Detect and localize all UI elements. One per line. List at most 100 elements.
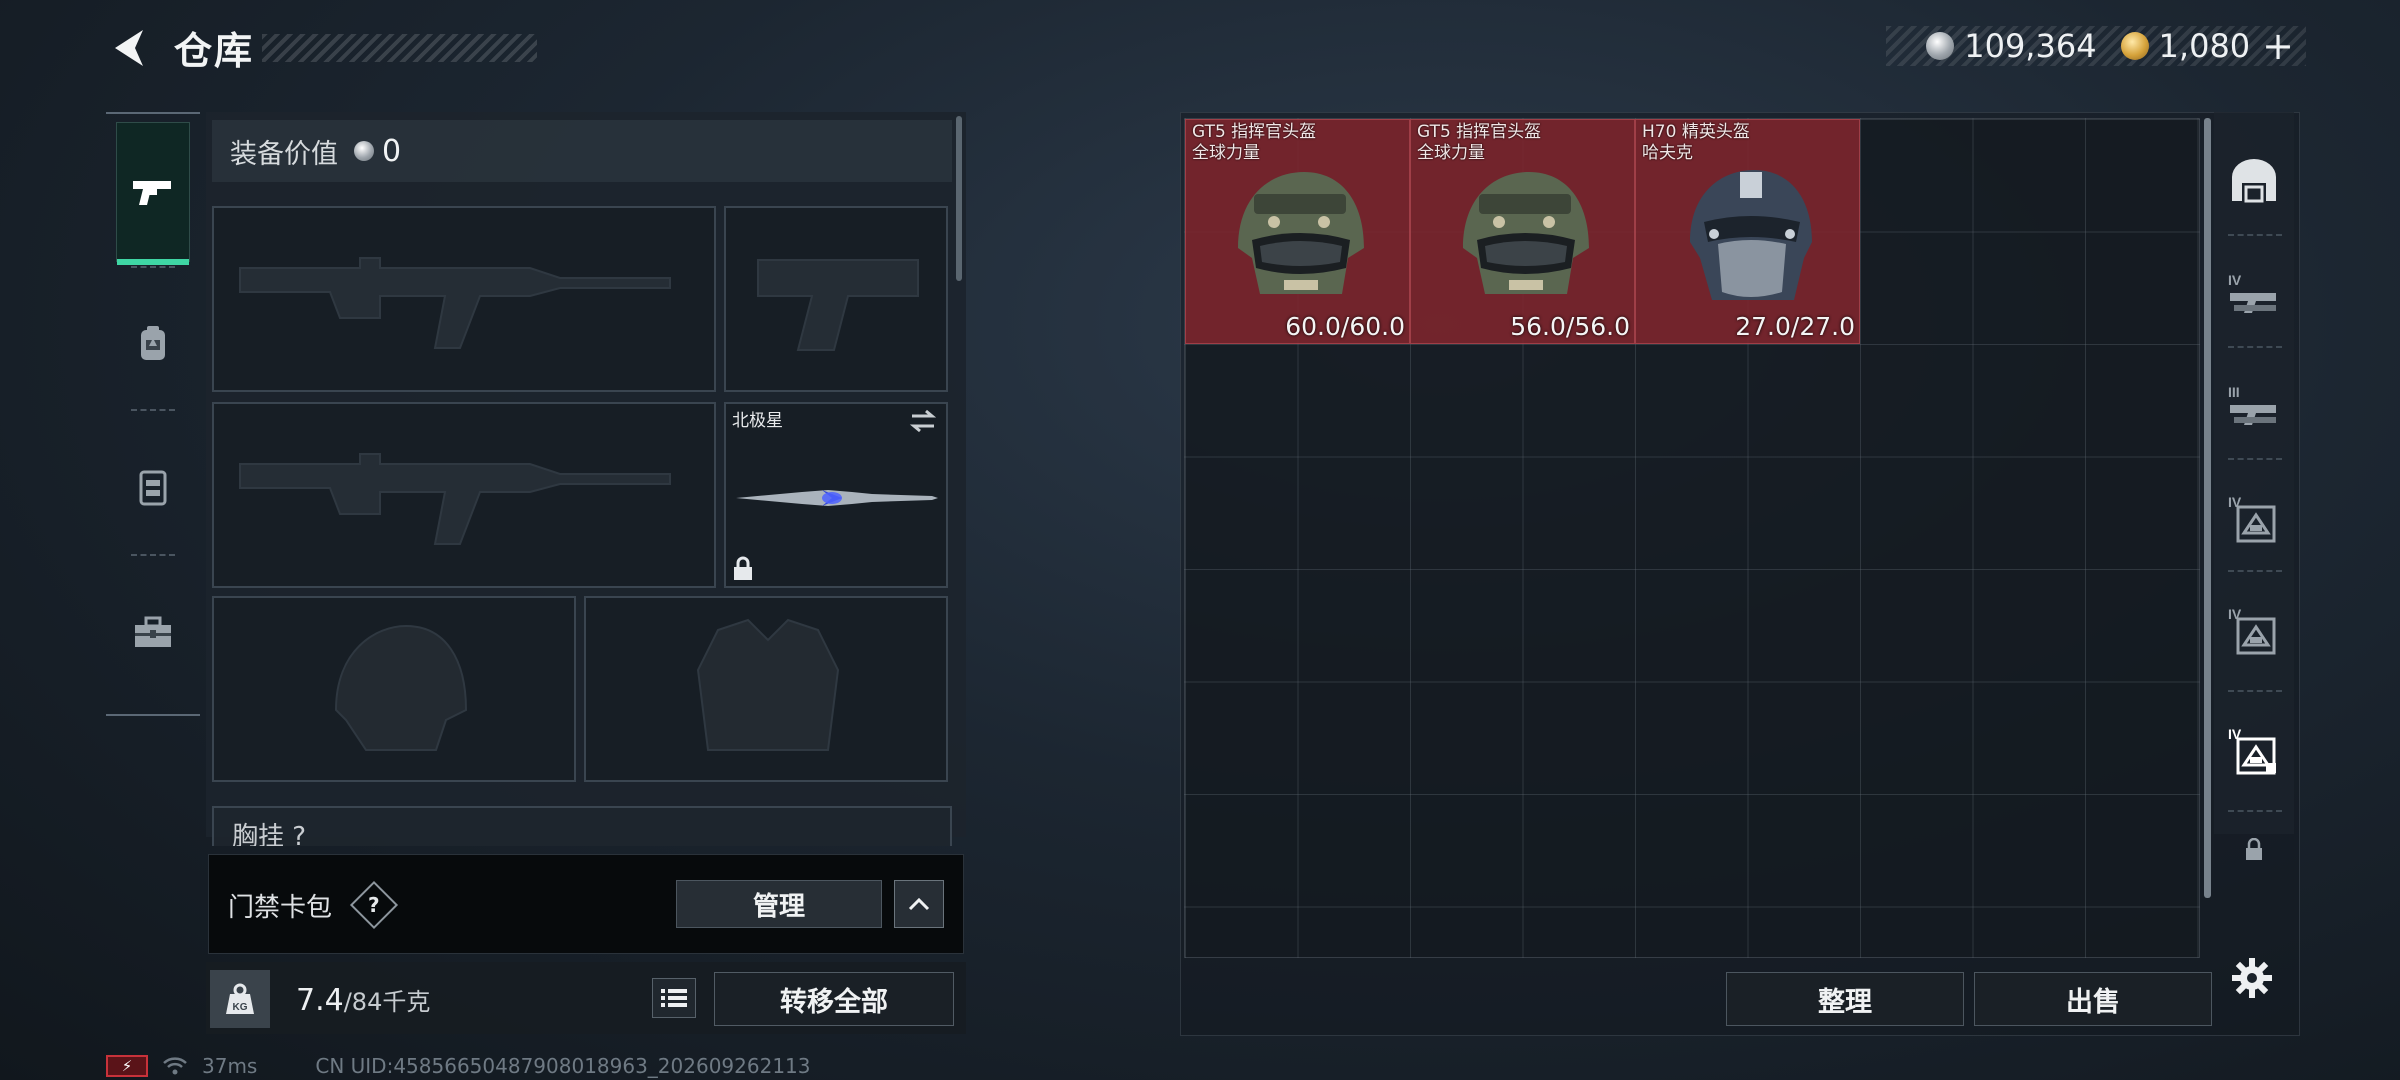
melee-slot[interactable]: 北极星 xyxy=(724,402,948,588)
chest-rig-row[interactable]: 胸挂 ? xyxy=(212,806,952,846)
gold-currency-value: 1,080 xyxy=(2158,27,2251,65)
weight-max: /84千克 xyxy=(343,988,431,1016)
tab-weapon-case-iv[interactable]: IV xyxy=(2220,240,2288,350)
tier-label: IV xyxy=(2228,272,2242,288)
locked-slot xyxy=(2220,820,2288,880)
lock-icon xyxy=(2246,838,2262,860)
item-brand: 哈夫克 xyxy=(1642,143,1693,163)
transfer-all-button[interactable]: 转移全部 xyxy=(714,972,954,1026)
item-name: H70 精英头盔 xyxy=(1642,122,1750,142)
tab-box-iv-2[interactable]: IV xyxy=(2220,576,2288,686)
tab-backpack[interactable] xyxy=(116,274,190,414)
gold-coin-icon xyxy=(2120,32,2149,60)
loadout-tab-rail xyxy=(106,112,200,716)
status-bar: ⚡ 37ms CN UID:4585665048790801896​3_2026… xyxy=(106,1054,811,1078)
storage-item[interactable]: GT5 指挥官头盔 全球力量 56.0/56.0 xyxy=(1410,119,1635,344)
storage-icon xyxy=(2232,159,2276,203)
storage-grid[interactable]: GT5 指挥官头盔 全球力量 60.0/60.0 GT5 指挥官头盔 全球力量 … xyxy=(1184,118,2200,958)
silver-coin-icon xyxy=(1926,32,1955,60)
primary-weapon-slot[interactable] xyxy=(212,206,716,392)
backpack-icon xyxy=(141,326,165,360)
item-brand: 全球力量 xyxy=(1417,143,1485,163)
weapon-case-icon: III xyxy=(2228,384,2276,425)
chevron-up-icon xyxy=(908,897,930,911)
equipment-value: 0 xyxy=(382,133,402,169)
lock-icon xyxy=(734,556,752,580)
tactical-helmet-icon xyxy=(1463,172,1589,294)
rail-divider xyxy=(2228,346,2282,348)
weight-badge: KG xyxy=(233,1002,248,1013)
rifle-silhouette-icon xyxy=(239,453,671,545)
access-card-label: 门禁卡包 xyxy=(228,893,333,923)
rail-divider xyxy=(2228,458,2282,460)
box-icon: IV xyxy=(2228,494,2276,543)
silver-currency-value: 109,364 xyxy=(1964,27,2097,65)
toolbox-icon xyxy=(135,616,171,647)
tab-weapon-case-iii[interactable]: III xyxy=(2220,352,2288,462)
list-icon xyxy=(661,989,687,1007)
weapon-case-icon: IV xyxy=(2228,272,2276,313)
back-button[interactable] xyxy=(100,22,158,74)
tab-storage-main[interactable] xyxy=(2220,126,2288,236)
item-name: GT5 指挥官头盔 xyxy=(1417,122,1542,142)
pistol-icon xyxy=(133,181,171,205)
add-currency-button[interactable]: + xyxy=(2262,27,2294,65)
uid-readout: CN UID:4585665048790801896​3_20260926211… xyxy=(315,1054,811,1078)
storage-item[interactable]: H70 精英头盔 哈夫克 27.0/27.0 xyxy=(1635,119,1860,344)
rail-divider xyxy=(131,266,175,268)
box-icon: IV xyxy=(2228,726,2276,775)
sell-button[interactable]: 出售 xyxy=(1974,972,2212,1026)
equipment-value-label: 装备价值 xyxy=(230,138,338,170)
title-decoration xyxy=(262,34,537,62)
manage-button[interactable]: 管理 xyxy=(676,880,882,928)
storage-item[interactable]: GT5 指挥官头盔 全球力量 60.0/60.0 xyxy=(1185,119,1410,344)
currency-bar: 109,364 1,080 + xyxy=(1886,26,2306,66)
tab-chest-rig[interactable] xyxy=(116,418,190,558)
battery-icon: ⚡ xyxy=(106,1055,148,1077)
storage-scrollbar[interactable] xyxy=(2204,118,2211,898)
chest-rig-label: 胸挂 ? xyxy=(232,822,307,846)
equipment-value-row: 装备价值 0 xyxy=(212,120,952,182)
elite-helmet-icon xyxy=(1690,170,1812,300)
armor-silhouette-icon xyxy=(696,618,840,751)
ping-readout: 37ms xyxy=(202,1054,258,1078)
swap-icon[interactable] xyxy=(908,408,938,434)
back-arrow-icon xyxy=(115,30,143,66)
tab-toolkit[interactable] xyxy=(116,562,190,702)
help-icon-glyph: ? xyxy=(368,892,380,917)
weight-readout: 7.4/84千克 xyxy=(296,982,430,1018)
chest-rig-icon xyxy=(139,470,167,506)
tab-weapons[interactable] xyxy=(116,122,190,265)
pistol-silhouette-icon xyxy=(757,259,919,351)
helmet-silhouette-icon xyxy=(334,624,468,751)
list-view-button[interactable] xyxy=(652,978,696,1018)
collapse-button[interactable] xyxy=(894,880,944,928)
tactical-helmet-icon xyxy=(1238,172,1364,294)
body-armor-slot[interactable] xyxy=(584,596,948,782)
helmet-slot[interactable] xyxy=(212,596,576,782)
rail-divider xyxy=(2228,690,2282,692)
tab-box-iv-1[interactable]: IV xyxy=(2220,464,2288,574)
melee-name: 北极星 xyxy=(732,411,783,431)
rail-divider xyxy=(2228,810,2282,812)
item-durability: 60.0/60.0 xyxy=(1285,312,1405,341)
knife-icon xyxy=(736,490,938,506)
rail-divider xyxy=(2228,234,2282,236)
settings-button[interactable] xyxy=(2224,950,2280,1006)
arrange-button[interactable]: 整理 xyxy=(1726,972,1964,1026)
gear-icon xyxy=(2232,958,2272,998)
loadout-scrollbar[interactable] xyxy=(956,116,962,281)
rail-divider xyxy=(106,714,200,716)
rail-divider xyxy=(131,554,175,556)
rail-divider xyxy=(131,409,175,411)
tier-label: III xyxy=(2228,384,2240,400)
silver-coin-icon xyxy=(354,141,374,161)
rifle-silhouette-icon xyxy=(239,257,671,349)
item-brand: 全球力量 xyxy=(1192,143,1260,163)
tab-box-iv-3[interactable]: IV xyxy=(2220,696,2288,806)
wifi-icon xyxy=(163,1057,187,1075)
box-icon: IV xyxy=(2228,606,2276,655)
item-name: GT5 指挥官头盔 xyxy=(1192,122,1317,142)
sidearm-slot[interactable] xyxy=(724,206,948,392)
secondary-weapon-slot[interactable] xyxy=(212,402,716,588)
